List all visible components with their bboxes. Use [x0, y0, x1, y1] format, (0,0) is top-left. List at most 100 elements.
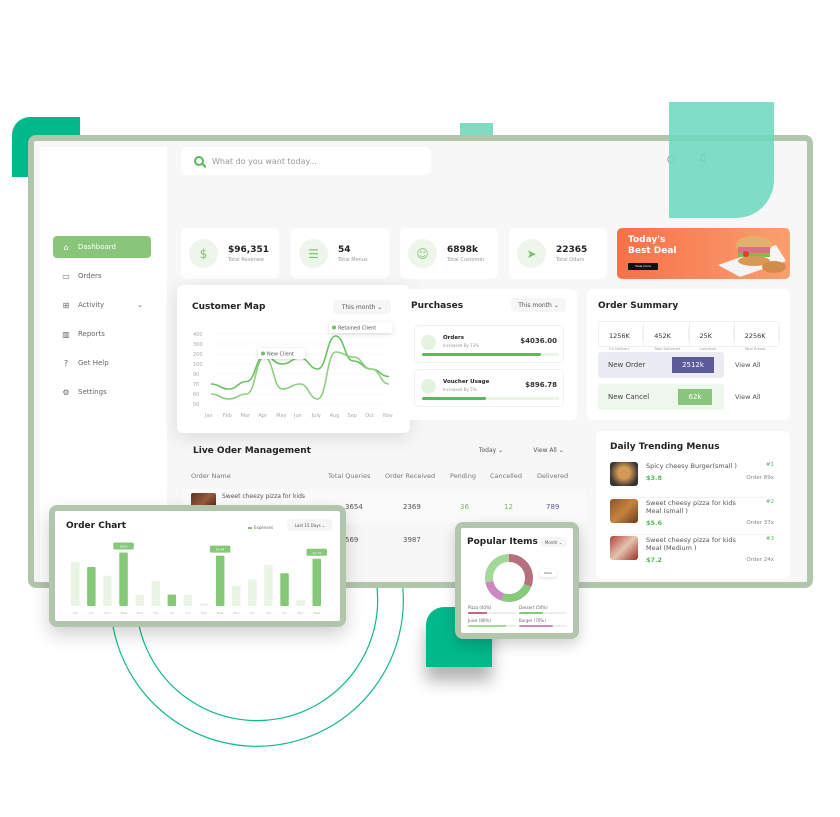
y-tick-label: 70: [193, 382, 199, 388]
stat-card-menus: ☰ 54 Total Menus: [291, 228, 389, 279]
new-client-tooltip: New Client: [258, 348, 305, 359]
reports-icon: ▥: [62, 329, 70, 339]
send-icon: ➤: [517, 239, 546, 268]
order-summary-title: Order Summary: [598, 301, 679, 311]
view-more-button[interactable]: View more: [628, 263, 658, 270]
bar: [215, 555, 225, 606]
list-item[interactable]: Spicy cheesy Burger(small ) $3.8 #1 Orde…: [610, 462, 774, 498]
bar: [87, 566, 96, 606]
x-tick-label: Sep: [347, 413, 356, 419]
stat-card-orders: ➤ 22365 Total Odars: [509, 228, 607, 279]
pizza-image: [610, 499, 638, 523]
legend-juice: Juice (80%): [468, 618, 516, 627]
x-tick-label: Oct: [365, 413, 374, 419]
bar: [296, 599, 305, 606]
series-line-retained-client: [210, 351, 390, 400]
data-label: $826: [120, 544, 128, 548]
view-all-link[interactable]: View All: [735, 361, 761, 369]
stat-card-customers: ☺ 6898k Total Customer: [400, 228, 498, 279]
x-tick-label: Sun: [185, 611, 191, 615]
x-tick-label: Thu: [249, 611, 256, 615]
bar: [248, 579, 257, 606]
legend-burger: Burger (70%): [519, 618, 567, 627]
best-deal-banner[interactable]: Today's Best Deal View more: [617, 228, 790, 279]
purchases-title: Purchases: [411, 301, 464, 311]
y-tick-label: 300: [193, 342, 203, 348]
x-tick-label: Sat: [73, 611, 79, 615]
x-tick-label: Wed: [136, 611, 143, 615]
retained-client-tooltip: Retained Client: [329, 322, 393, 333]
customers-icon: ☺: [408, 239, 437, 268]
sidebar-item-dashboard[interactable]: ⌂ Dashboard: [53, 236, 151, 258]
y-tick-label: 100: [193, 362, 203, 368]
x-tick-label: Tues: [216, 611, 224, 615]
x-tick-label: Mon: [104, 611, 110, 615]
x-tick-label: Aug: [330, 413, 340, 419]
pizza-image: [610, 536, 638, 560]
sidebar-item-settings[interactable]: ⚙ Settings: [53, 381, 151, 403]
bar: [264, 565, 273, 606]
donut-tooltip: Pizza: [539, 569, 557, 577]
search-input[interactable]: What do you want today...: [181, 147, 431, 175]
burger-image: [610, 462, 638, 486]
x-tick-label: Jun: [293, 413, 302, 419]
data-label: $2.44: [216, 548, 225, 552]
x-tick-label: Tues: [119, 611, 127, 615]
x-tick-label: July: [311, 413, 321, 419]
x-tick-label: Sat: [169, 611, 175, 615]
purchase-item-voucher: Voucher Usage Increased By 5% $896.78: [414, 369, 564, 407]
svg-text:New Client: New Client: [267, 352, 294, 358]
x-tick-label: Mar: [241, 413, 251, 419]
bar: [151, 580, 160, 606]
bar: [280, 573, 289, 606]
home-icon: ⌂: [63, 242, 69, 252]
legend-pizza: Pizza (40%): [468, 605, 516, 614]
daily-trending-card: Daily Trending Menus Spicy cheesy Burger…: [596, 431, 790, 579]
customer-map-card: Customer Map This month ⌄ 400 300 200 100 90…: [177, 285, 410, 433]
customer-map-chart: 400 300 200 100 90 70 60 50 Jan Feb Mar Apr May Jun Ju…: [193, 322, 393, 419]
view-all-link[interactable]: View All: [735, 393, 761, 401]
chevron-down-icon: ⌄: [137, 301, 143, 309]
popular-items-card: Popular Items Month ⌄ Pizza Pizza (40%) …: [455, 522, 579, 639]
sandwich-image: [718, 236, 786, 277]
progress-bar: [422, 353, 559, 356]
purchases-filter[interactable]: This month ⌄: [511, 298, 566, 312]
bar: [103, 575, 112, 606]
settings-icon: ⚙: [62, 387, 70, 397]
new-order-row: New Order 2512k: [598, 352, 724, 378]
bar: [232, 585, 241, 606]
help-icon: ?: [63, 358, 69, 368]
menu-icon: ☰: [299, 239, 328, 268]
purchase-item-orders: Orders Increased By 13% $4036.00: [414, 325, 564, 363]
x-tick-label: Feb: [223, 413, 232, 419]
list-item[interactable]: Sweet cheesy pizza for kids Meal (small …: [610, 499, 774, 535]
sidebar-item-reports[interactable]: ▥ Reports: [53, 323, 151, 345]
activity-icon: ⊞: [62, 300, 70, 310]
sidebar-item-get-help[interactable]: ? Get Help: [53, 352, 151, 374]
x-tick-label: Sat: [266, 611, 272, 615]
view-all-filter[interactable]: View All ⌄: [522, 442, 575, 458]
bar: [199, 603, 209, 606]
x-tick-label: Mon: [201, 611, 207, 615]
x-tick-label: Sun: [282, 611, 288, 615]
sidebar-item-activity[interactable]: ⊞ Activity ⌄: [53, 294, 151, 316]
y-tick-label: 60: [193, 392, 199, 398]
x-tick-label: Sun: [88, 611, 94, 615]
today-filter[interactable]: Today ⌄: [466, 442, 516, 458]
list-item[interactable]: Sweet cheesy pizza for kids Meal (Medium…: [610, 536, 774, 572]
bar: [119, 552, 128, 606]
x-tick-label: Thu: [152, 611, 159, 615]
data-label: $2.34: [312, 551, 321, 555]
bar: [135, 594, 144, 606]
bag-icon: [421, 335, 436, 350]
order-chart-card: Order Chart Expenses Last 15 Days ⌄ Sat S…: [49, 505, 346, 627]
dollar-icon: $: [189, 239, 218, 268]
order-summary-card: Order Summary 1256K On Delivery 452K Total…: [587, 289, 790, 420]
x-tick-label: Apr: [258, 413, 268, 419]
x-tick-label: Wed: [233, 611, 240, 615]
sidebar-item-orders[interactable]: ▭ Orders: [53, 265, 151, 287]
y-tick-label: 50: [193, 402, 199, 408]
x-tick-label: May: [276, 413, 286, 419]
bar: [167, 594, 177, 606]
x-tick-label: Nov: [383, 413, 393, 419]
